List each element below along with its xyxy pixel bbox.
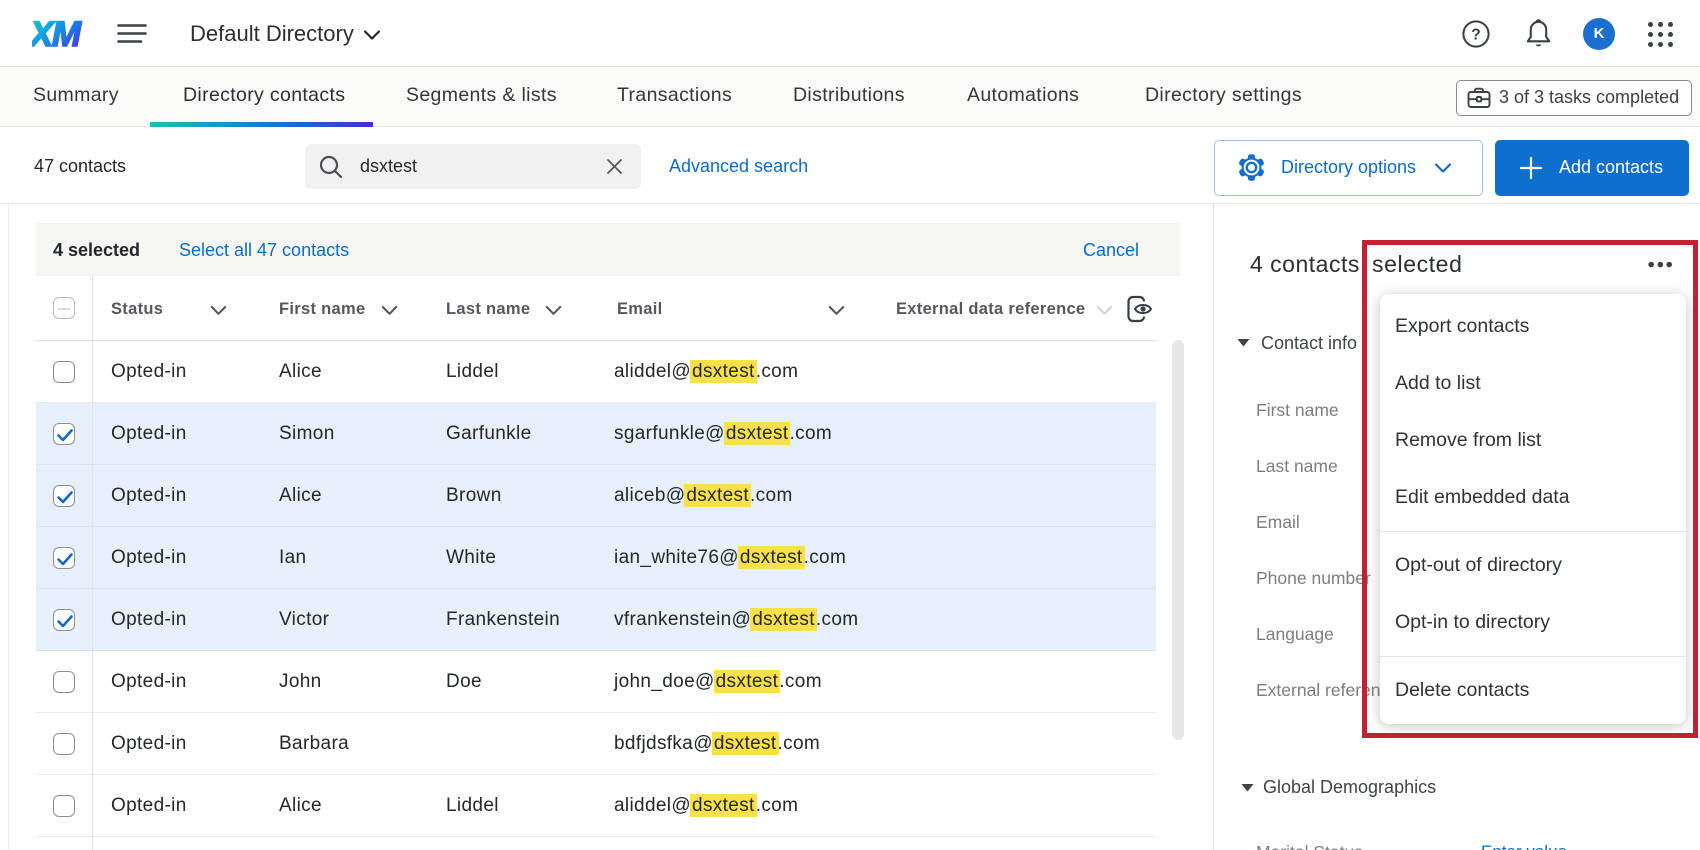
- svg-text:XM: XM: [32, 19, 82, 48]
- svg-text:?: ?: [1471, 27, 1480, 44]
